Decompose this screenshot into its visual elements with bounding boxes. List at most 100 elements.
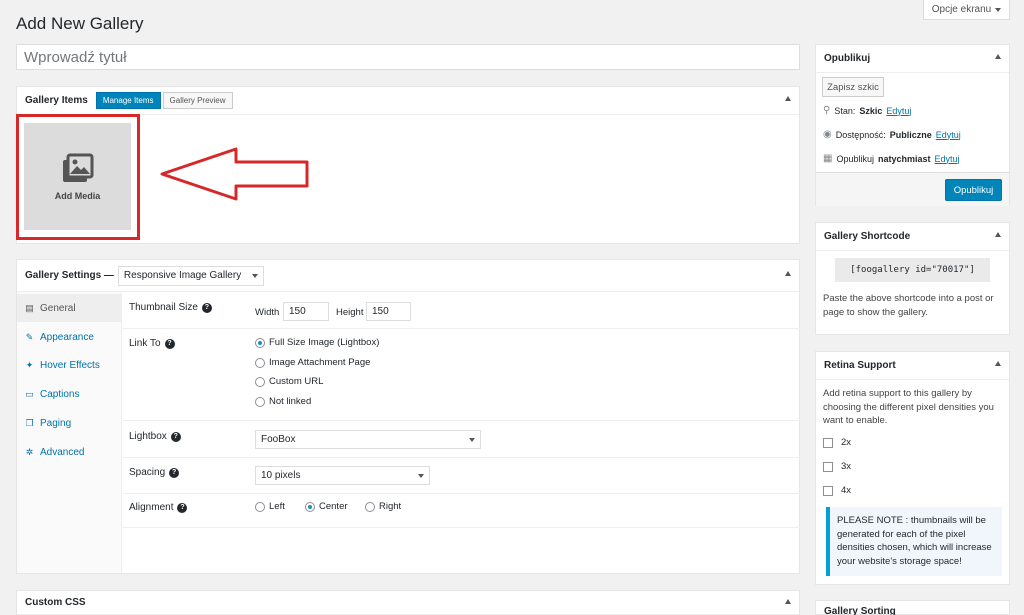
radio-icon xyxy=(305,501,315,512)
align-option-left[interactable]: Left xyxy=(255,501,285,512)
publish-button[interactable]: Opublikuj xyxy=(945,179,1002,201)
lightbox-text: Lightbox xyxy=(129,431,167,442)
publish-button-label: Opublikuj xyxy=(953,184,994,196)
retina-option-3x[interactable]: 3x xyxy=(823,461,851,472)
retina-option-4x[interactable]: 4x xyxy=(823,485,851,496)
status-value: Szkic xyxy=(859,105,883,116)
link-option-label: Full Size Image (Lightbox) xyxy=(269,337,380,348)
tab-captions-label: Captions xyxy=(40,388,80,400)
chevron-down-icon xyxy=(469,437,475,442)
visibility-value: Publiczne xyxy=(889,129,932,140)
link-option-label: Image Attachment Page xyxy=(269,357,371,368)
edit-status-link[interactable]: Edytuj xyxy=(886,106,911,116)
checkbox-icon xyxy=(823,437,833,448)
screen-options-button[interactable]: Opcje ekranu xyxy=(923,0,1010,20)
tab-advanced[interactable]: ✲ Advanced xyxy=(17,438,122,466)
help-icon[interactable]: ? xyxy=(170,431,181,442)
link-to-text: Link To xyxy=(129,338,161,349)
link-option-label: Custom URL xyxy=(269,376,324,387)
tab-gallery-preview[interactable]: Gallery Preview xyxy=(162,92,233,109)
retina-title: Retina Support xyxy=(824,360,896,371)
wrench-icon: ✦ xyxy=(25,359,34,370)
settings-tab-nav: ▤ General ✎ Appearance ✦ Hover Effects ▭… xyxy=(17,292,122,573)
visibility-label: Dostępność: xyxy=(835,129,886,140)
chevron-down-icon xyxy=(995,7,1002,12)
page-title: Add New Gallery xyxy=(16,14,144,33)
width-input[interactable]: 150 xyxy=(283,302,329,321)
tab-general[interactable]: ▤ General xyxy=(17,294,122,322)
help-icon[interactable]: ? xyxy=(177,502,188,513)
tab-manage-items[interactable]: Manage Items xyxy=(95,92,161,109)
comment-icon: ▭ xyxy=(25,388,34,399)
retina-note-text: PLEASE NOTE : thumbnails will be generat… xyxy=(837,515,992,567)
pages-icon: ❐ xyxy=(25,417,34,428)
collapse-toggle-icon[interactable] xyxy=(785,96,791,101)
lightbox-select-value: FooBox xyxy=(261,434,296,445)
sorting-title: Gallery Sorting xyxy=(824,606,896,615)
retina-note: PLEASE NOTE : thumbnails will be generat… xyxy=(826,507,1002,576)
paintbrush-icon: ✎ xyxy=(25,331,34,342)
height-label: Height xyxy=(336,307,364,318)
tab-appearance-label: Appearance xyxy=(40,331,94,343)
row-divider xyxy=(123,493,800,494)
collapse-toggle-icon[interactable] xyxy=(785,271,791,276)
thumbnail-size-label: Thumbnail Size ? xyxy=(129,302,212,313)
lightbox-select[interactable]: FooBox xyxy=(255,430,481,449)
align-option-center[interactable]: Center xyxy=(305,501,348,512)
lightbox-label: Lightbox ? xyxy=(129,431,181,442)
shortcode-field[interactable]: [foogallery id="70017"] xyxy=(835,258,990,282)
retina-description: Add retina support to this gallery by ch… xyxy=(823,388,994,426)
tab-paging[interactable]: ❐ Paging xyxy=(17,409,122,437)
checkbox-icon xyxy=(823,485,833,496)
gallery-settings-header: Gallery Settings — Responsive Image Gall… xyxy=(17,260,799,292)
align-option-label: Left xyxy=(269,501,285,512)
link-option-full-size[interactable]: Full Size Image (Lightbox) xyxy=(255,337,379,348)
edit-schedule-link[interactable]: Edytuj xyxy=(935,154,960,164)
tab-hover-effects-label: Hover Effects xyxy=(40,359,100,371)
tab-hover-effects[interactable]: ✦ Hover Effects xyxy=(17,351,122,379)
height-input[interactable]: 150 xyxy=(366,302,411,321)
publish-header: Opublikuj xyxy=(816,45,1009,73)
retina-option-2x[interactable]: 2x xyxy=(823,437,851,448)
radio-icon xyxy=(365,501,375,512)
gallery-items-header: Gallery Items Manage Items Gallery Previ… xyxy=(17,87,799,115)
link-option-attachment[interactable]: Image Attachment Page xyxy=(255,357,370,368)
template-select[interactable]: Responsive Image Gallery xyxy=(117,265,264,286)
custom-css-box: Custom CSS xyxy=(16,590,800,615)
shortcode-text: [foogallery id="70017"] xyxy=(850,265,975,275)
row-divider xyxy=(123,420,800,421)
link-option-label: Not linked xyxy=(269,396,312,407)
help-icon[interactable]: ? xyxy=(169,467,180,478)
width-label: Width xyxy=(255,307,280,318)
tab-appearance[interactable]: ✎ Appearance xyxy=(17,323,122,351)
template-select-value: Responsive Image Gallery xyxy=(123,270,242,281)
spacing-select-value: 10 pixels xyxy=(261,470,301,481)
title-input[interactable]: Wprowadź tytuł xyxy=(16,44,800,70)
annotation-arrow-icon xyxy=(160,147,309,201)
retina-header: Retina Support xyxy=(816,352,1009,380)
link-option-custom-url[interactable]: Custom URL xyxy=(255,376,323,387)
custom-css-title: Custom CSS xyxy=(25,597,86,608)
save-draft-button[interactable]: Zapisz szkic xyxy=(822,77,884,97)
help-icon[interactable]: ? xyxy=(201,302,212,313)
align-option-right[interactable]: Right xyxy=(365,501,401,512)
annotation-highlight-box xyxy=(16,114,140,240)
link-option-not-linked[interactable]: Not linked xyxy=(255,396,311,407)
radio-icon xyxy=(255,501,265,512)
chevron-down-icon xyxy=(418,473,424,478)
gallery-items-title: Gallery Items xyxy=(25,95,88,106)
collapse-toggle-icon[interactable] xyxy=(995,232,1001,237)
spacing-text: Spacing xyxy=(129,467,166,478)
spacing-select[interactable]: 10 pixels xyxy=(255,466,430,485)
edit-visibility-link[interactable]: Edytuj xyxy=(936,130,961,140)
sliders-icon: ▤ xyxy=(25,302,34,313)
shortcode-help: Paste the above shortcode into a post or… xyxy=(823,293,994,318)
schedule-row: ▦ Opublikuj natychmiast Edytuj xyxy=(823,153,960,164)
help-icon[interactable]: ? xyxy=(164,338,175,349)
radio-icon xyxy=(255,396,265,407)
collapse-toggle-icon[interactable] xyxy=(995,361,1001,366)
tab-captions[interactable]: ▭ Captions xyxy=(17,380,122,408)
collapse-toggle-icon[interactable] xyxy=(785,599,791,604)
schedule-label: Opublikuj xyxy=(836,153,874,164)
collapse-toggle-icon[interactable] xyxy=(995,54,1001,59)
